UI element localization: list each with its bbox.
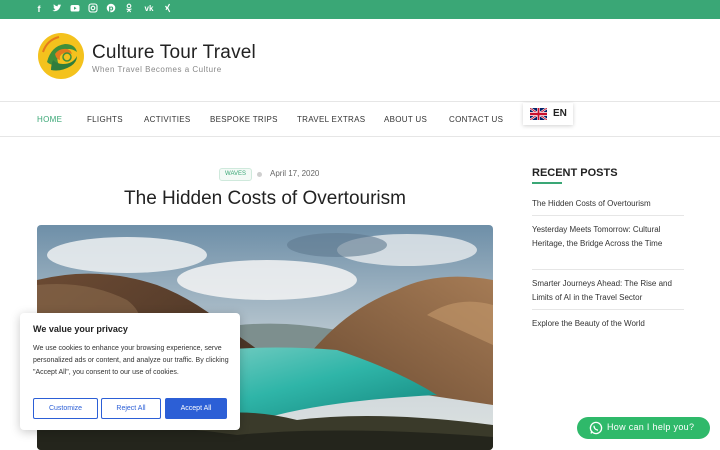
instagram-icon[interactable] [88,3,98,15]
post-title: The Hidden Costs of Overtourism [124,188,406,209]
xing-icon[interactable] [164,3,174,15]
nav-item-contact-us[interactable]: CONTACT US [449,115,503,124]
svg-text:p: p [108,5,113,13]
help-label: How can I help you? [607,422,695,432]
language-code: EN [553,108,567,119]
divider [532,215,684,216]
post-tag[interactable]: WAVES [219,168,253,181]
recent-post-link[interactable]: Explore the Beauty of the World [532,317,684,331]
title-underline [532,182,562,184]
top-bar: f p vk [0,0,720,19]
vk-icon[interactable]: vk [142,3,156,15]
nav-item-flights[interactable]: FLIGHTS [87,115,123,124]
nav-item-travel-extras[interactable]: TRAVEL EXTRAS [297,115,365,124]
divider [532,269,684,270]
nav-item-home[interactable]: HOME [37,115,62,124]
social-links: f p vk [34,3,174,15]
accept-all-button[interactable]: Accept All [165,398,227,419]
whatsapp-icon [589,421,603,435]
site-tagline: When Travel Becomes a Culture [92,65,222,74]
reject-all-button[interactable]: Reject All [101,398,161,419]
recent-post-link[interactable]: The Hidden Costs of Overtourism [532,197,684,211]
pinterest-icon[interactable]: p [106,3,116,15]
nav-item-activities[interactable]: ACTIVITIES [144,115,191,124]
youtube-icon[interactable] [70,3,80,15]
uk-flag-icon [530,108,547,120]
nav-item-about-us[interactable]: ABOUT US [384,115,427,124]
facebook-icon[interactable]: f [34,3,44,15]
site-logo[interactable] [37,32,85,80]
nav-item-bespoke-trips[interactable]: BESPOKE TRIPS [210,115,278,124]
recent-post-link[interactable]: Yesterday Meets Tomorrow: Cultural Herit… [532,223,684,251]
divider [532,309,684,310]
cookie-text: We use cookies to enhance your browsing … [33,345,229,376]
site-title[interactable]: Culture Tour Travel [92,42,256,64]
odnoklassniki-icon[interactable] [124,3,134,15]
recent-post-link[interactable]: Smarter Journeys Ahead: The Rise and Lim… [532,277,684,305]
cookie-title: We value your privacy [33,324,128,334]
cookie-consent-dialog: We value your privacy We use cookies to … [20,313,240,430]
meta-separator [257,172,262,177]
recent-posts-title: RECENT POSTS [532,167,618,179]
language-switcher[interactable]: EN [523,103,573,125]
main-nav: HOME FLIGHTS ACTIVITIES BESPOKE TRIPS TR… [0,101,720,137]
customize-button[interactable]: Customize [33,398,98,419]
post-date: April 17, 2020 [270,169,320,178]
twitter-icon[interactable] [52,3,62,15]
whatsapp-help-button[interactable]: How can I help you? [577,417,710,439]
